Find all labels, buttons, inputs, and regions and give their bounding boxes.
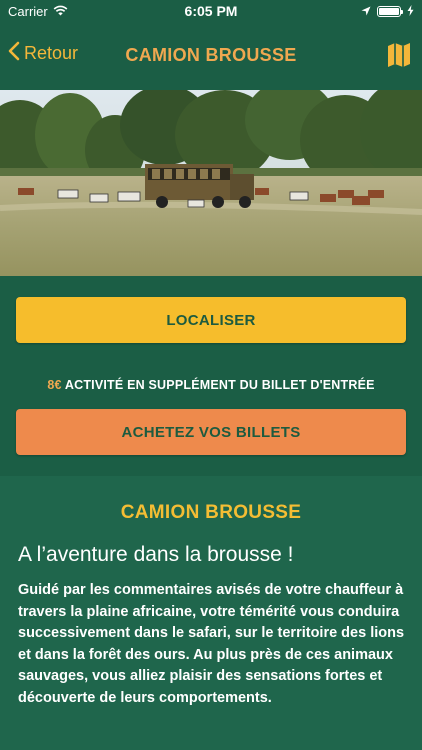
content-panel: CAMION BROUSSE A l’aventure dans la brou… <box>0 476 422 750</box>
location-arrow-icon <box>361 4 371 19</box>
description-text: Guidé par les commentaires avisés de vot… <box>18 582 405 706</box>
localiser-button[interactable]: LOCALISER <box>16 297 406 343</box>
carrier-label: Carrier <box>8 3 48 19</box>
safari-truck-photo <box>0 90 422 276</box>
battery-fill <box>379 7 399 15</box>
price-amount: 8€ <box>47 378 62 392</box>
charging-bolt-icon <box>407 4 414 19</box>
back-button[interactable]: Retour <box>8 41 78 66</box>
status-right <box>361 4 414 19</box>
back-label: Retour <box>24 43 79 63</box>
price-text: ACTIVITÉ EN SUPPLÉMENT DU BILLET D'ENTRÉ… <box>64 378 375 392</box>
wifi-icon <box>53 4 68 19</box>
navigation-bar: Retour CAMION BROUSSE <box>0 22 422 88</box>
headline: A l’aventure dans la brousse ! <box>18 543 294 566</box>
status-left: Carrier <box>8 4 68 19</box>
page-title: CAMION BROUSSE <box>125 44 297 65</box>
map-button[interactable] <box>387 42 411 73</box>
map-icon <box>387 43 411 72</box>
buy-tickets-button[interactable]: ACHETEZ VOS BILLETS <box>16 409 406 455</box>
section-title: CAMION BROUSSE <box>120 502 302 523</box>
chevron-left-icon <box>8 41 20 66</box>
status-bar: Carrier 6:05 PM <box>0 0 422 22</box>
battery-icon <box>377 5 403 17</box>
price-info: 8€ ACTIVITÉ EN SUPPLÉMENT DU BILLET D'EN… <box>0 378 422 392</box>
